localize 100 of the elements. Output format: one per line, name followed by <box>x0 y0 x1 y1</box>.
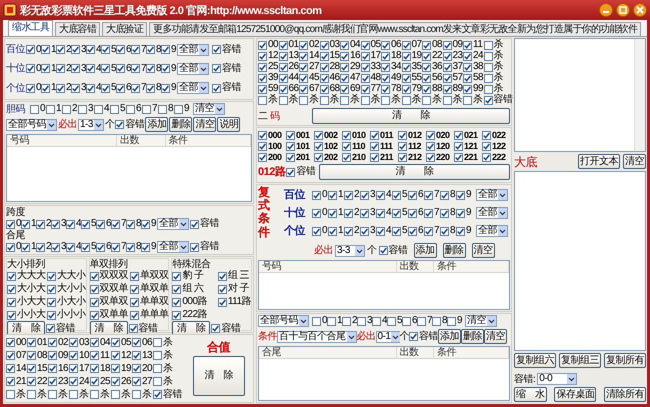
checkbox[interactable]: 222路 <box>172 310 208 320</box>
checkbox[interactable]: 杀 <box>484 84 503 94</box>
checkbox[interactable]: 39 <box>258 73 278 83</box>
checkbox[interactable]: 38 <box>463 62 484 72</box>
checkbox[interactable]: 06 <box>381 40 402 50</box>
checkbox[interactable]: 210 <box>342 152 366 162</box>
checkbox[interactable]: 58 <box>463 73 484 83</box>
column-header[interactable]: 条件 <box>434 261 509 272</box>
checkbox[interactable]: 杀 <box>484 62 503 72</box>
checkbox[interactable]: 69 <box>340 84 360 94</box>
action-button[interactable]: 保存桌面 <box>554 387 596 402</box>
dropdown[interactable]: 全部号码 <box>6 118 57 130</box>
checkbox[interactable]: 49 <box>381 73 402 83</box>
checkbox[interactable]: 201 <box>286 152 310 162</box>
checkbox[interactable]: 04 <box>340 40 360 50</box>
checkbox[interactable]: 杀 <box>278 95 298 105</box>
checkbox[interactable]: 小大大 <box>7 297 46 307</box>
maximize-button[interactable] <box>616 3 630 17</box>
checkbox[interactable]: 121 <box>454 141 478 151</box>
checkbox[interactable]: 容错 <box>190 219 219 229</box>
checkbox[interactable]: 20 <box>132 364 152 374</box>
checkbox[interactable]: 211 <box>370 152 394 162</box>
checkbox[interactable]: 35 <box>402 62 422 72</box>
checkbox[interactable]: 25 <box>90 376 110 386</box>
checkbox[interactable]: 单双单 <box>130 284 168 294</box>
checkbox[interactable]: 36 <box>422 62 442 72</box>
dropdown[interactable]: 全部 <box>157 241 189 253</box>
checkbox[interactable]: 23 <box>48 376 68 386</box>
checkbox[interactable]: 01 <box>27 338 48 348</box>
checkbox[interactable]: 10 <box>69 350 90 360</box>
checkbox[interactable]: 19 <box>111 364 132 374</box>
checkbox[interactable]: 杀 <box>360 95 380 105</box>
checkbox[interactable]: 100 <box>258 141 282 151</box>
checkbox[interactable]: 02 <box>299 40 320 50</box>
checkbox[interactable]: 18 <box>90 364 110 374</box>
checkbox[interactable]: 杀 <box>484 73 503 83</box>
checkbox[interactable]: 55 <box>402 73 422 83</box>
checkbox[interactable]: 11 <box>90 350 110 360</box>
checkbox[interactable]: 19 <box>402 51 422 61</box>
dropdown[interactable]: 全部 <box>157 218 189 230</box>
checkbox[interactable]: 00 <box>6 338 26 348</box>
checkbox[interactable]: 24 <box>69 376 90 386</box>
checkbox[interactable]: 17 <box>360 51 381 61</box>
checkbox[interactable]: 杀 <box>132 390 152 400</box>
dropdown[interactable]: 0-0 <box>537 373 578 385</box>
column-header[interactable]: 合尾 <box>259 347 396 358</box>
checkbox[interactable]: 22 <box>27 376 48 386</box>
action-button[interactable]: 清空 <box>472 243 494 258</box>
checkbox[interactable]: 88 <box>422 84 442 94</box>
checkbox[interactable]: 容错 <box>212 64 241 74</box>
checkbox[interactable]: 小大小 <box>47 297 86 307</box>
checkbox[interactable]: 000 <box>258 130 282 140</box>
close-button[interactable] <box>633 3 647 17</box>
checkbox[interactable]: 021 <box>454 130 478 140</box>
checkbox[interactable]: 杀 <box>153 376 172 386</box>
checkbox[interactable]: 46 <box>320 73 340 83</box>
checkbox[interactable]: 杀 <box>6 390 26 400</box>
action-button[interactable]: 删除 <box>461 329 484 344</box>
checkbox[interactable]: 22 <box>422 51 442 61</box>
checkbox[interactable]: 05 <box>111 338 132 348</box>
column-header[interactable]: 出数 <box>116 135 166 146</box>
checkbox[interactable]: 59 <box>258 84 278 94</box>
checkbox[interactable]: 容错 <box>484 95 512 105</box>
checkbox[interactable]: 双双双 <box>90 271 128 281</box>
checkbox[interactable]: 212 <box>398 152 422 162</box>
checkbox[interactable]: 01 <box>278 40 299 50</box>
checkbox[interactable]: 杀 <box>381 95 400 105</box>
checkbox[interactable]: 12 <box>258 51 278 61</box>
checkbox[interactable]: 57 <box>442 73 463 83</box>
dropdown[interactable]: 全部 <box>177 44 209 56</box>
checkbox[interactable]: 27 <box>299 62 320 72</box>
checkbox[interactable]: 杀 <box>484 51 503 61</box>
checkbox[interactable]: 25 <box>258 62 278 72</box>
checkbox[interactable]: 77 <box>360 84 381 94</box>
checkbox[interactable]: 18 <box>381 51 402 61</box>
checkbox[interactable]: 68 <box>320 84 340 94</box>
checkbox[interactable]: 111路 <box>218 297 252 307</box>
clear-button[interactable]: 清 除 <box>312 108 510 124</box>
checkbox[interactable]: 13 <box>278 51 299 61</box>
dropdown[interactable]: 全部 <box>476 189 508 201</box>
checkbox[interactable]: 99 <box>463 84 484 94</box>
checkbox[interactable]: 00 <box>258 40 278 50</box>
checkbox[interactable]: 杀 <box>299 95 318 105</box>
checkbox[interactable]: 小小小 <box>47 310 86 320</box>
clear-button[interactable]: 清 除 <box>192 356 244 396</box>
checkbox[interactable]: 002 <box>314 130 338 140</box>
checkbox[interactable]: 07 <box>402 40 422 50</box>
checkbox[interactable]: 07 <box>6 350 26 360</box>
checkbox[interactable]: 29 <box>340 62 360 72</box>
checkbox[interactable]: 组 三 <box>218 271 250 281</box>
text-area[interactable] <box>514 38 646 152</box>
checkbox[interactable]: 28 <box>320 62 340 72</box>
checkbox[interactable]: 大小大 <box>7 284 46 294</box>
action-button[interactable]: 添加 <box>414 243 436 258</box>
checkbox[interactable]: 112 <box>398 141 422 151</box>
checkbox[interactable]: 单双双 <box>130 271 168 281</box>
dropdown[interactable]: 全部 <box>177 62 209 75</box>
action-button[interactable]: 清除所有 <box>604 387 646 402</box>
checkbox[interactable]: 03 <box>320 40 340 50</box>
checkbox[interactable]: 78 <box>381 84 402 94</box>
